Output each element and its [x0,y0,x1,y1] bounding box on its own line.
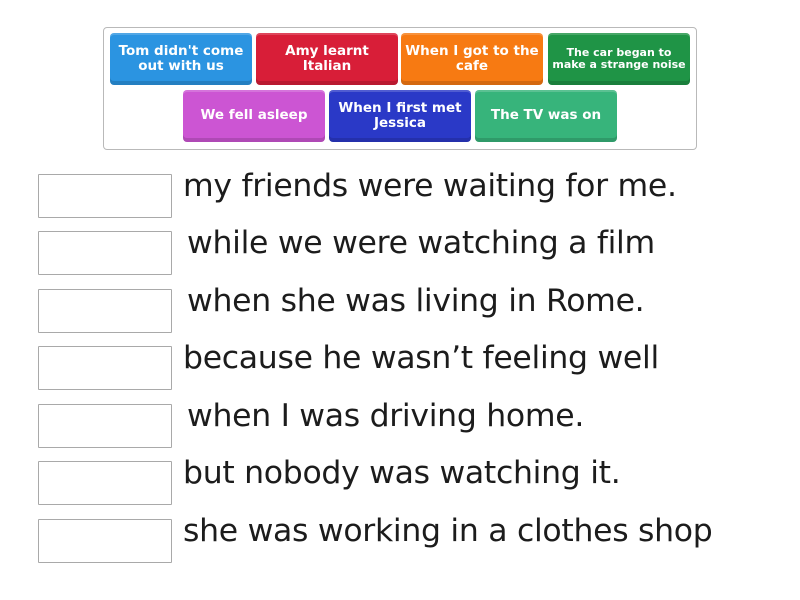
answer-tile[interactable]: Tom didn't come out with us [110,33,252,85]
sentence-text: my friends were waiting for me. [183,168,677,204]
sentence-text: because he wasn’t feeling well [183,340,659,376]
tile-label: Amy learnt Italian [285,42,369,74]
sentence-text: when she was living in Rome. [187,283,645,319]
drop-zone[interactable] [38,289,172,333]
tile-label: Tom didn't come out with us [118,42,244,74]
sentence-text: but nobody was watching it. [183,455,621,491]
answer-tile[interactable]: We fell asleep [183,90,325,142]
drop-zone[interactable] [38,174,172,218]
tile-label: The TV was on [490,107,602,124]
drop-zone[interactable] [38,461,172,505]
answer-tile[interactable]: The TV was on [475,90,617,142]
tile-label: The car began to make a strange noise [552,46,686,71]
drop-zone[interactable] [38,519,172,563]
sentence-text: while we were watching a film [187,225,655,261]
drop-zone[interactable] [38,404,172,448]
tile-label: When I first met Jessica [338,99,462,131]
drop-zone[interactable] [38,346,172,390]
tile-label: When I got to the cafe [405,42,539,74]
tile-label: We fell asleep [200,107,308,124]
answer-tile[interactable]: Amy learnt Italian [256,33,398,85]
answer-tile[interactable]: When I got to the cafe [401,33,543,85]
drop-zone[interactable] [38,231,172,275]
answer-tile[interactable]: When I first met Jessica [329,90,471,142]
sentence-text: she was working in a clothes shop [183,513,713,549]
answer-tile[interactable]: The car began to make a strange noise [548,33,690,85]
sentence-text: when I was driving home. [187,398,585,434]
